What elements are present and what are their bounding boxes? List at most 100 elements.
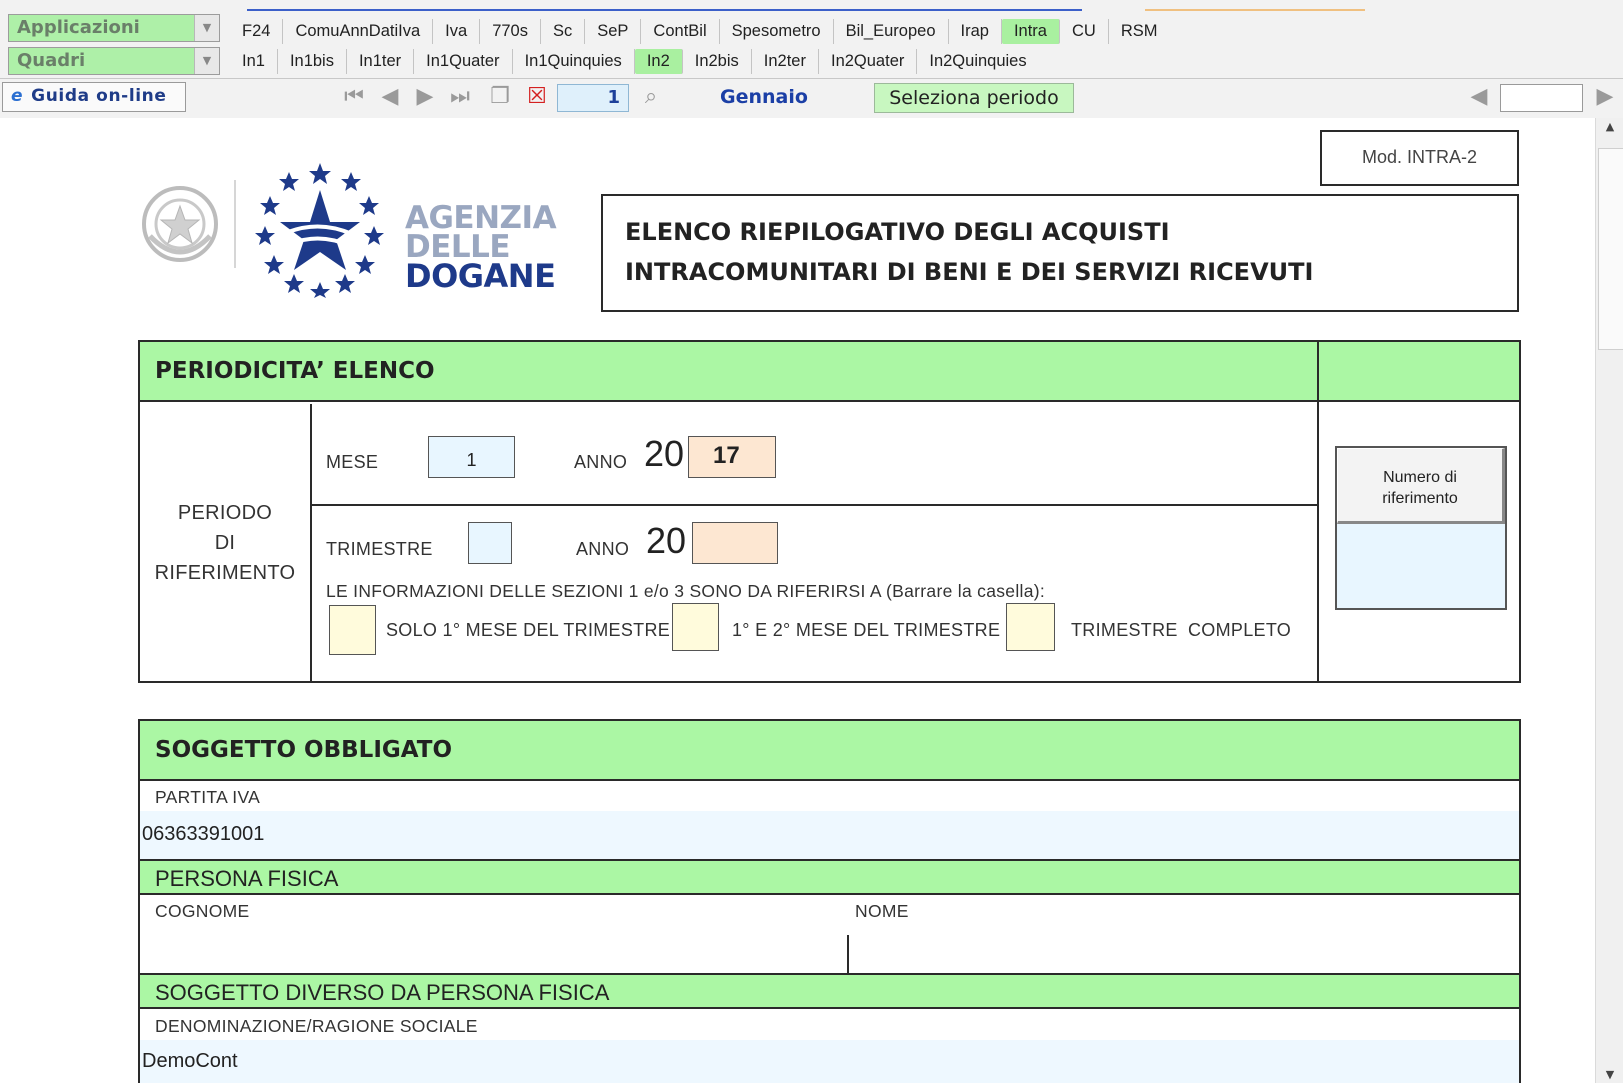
tab-cu[interactable]: CU [1060,18,1109,44]
module-tabs: F24 ComuAnnDatiIva Iva 770s Sc SeP ContB… [230,17,1169,45]
name-divider [847,935,849,973]
tab-in1[interactable]: In1 [230,48,278,74]
scroll-right-icon[interactable]: ▶ [1592,84,1618,110]
first-month-checkbox[interactable] [329,605,376,655]
period-label-divider [310,404,312,681]
full-quarter-checkbox[interactable] [1006,603,1055,651]
scroll-left-icon[interactable]: ◀ [1466,84,1492,110]
sections-info-text: LE INFORMAZIONI DELLE SEZIONI 1 e/o 3 SO… [326,581,1046,601]
tab-accent-line-2 [1145,9,1365,11]
first-second-month-checkbox[interactable] [672,603,719,651]
chevron-down-icon[interactable]: ▼ [194,15,219,41]
copy-page-icon[interactable]: ❐ [487,84,513,110]
scroll-up-icon[interactable]: ▲ [1596,120,1623,133]
republic-emblem [140,180,220,268]
delete-page-icon[interactable]: ☒ [524,84,550,110]
tab-in1quater[interactable]: In1Quater [414,48,513,74]
company-name-label: DENOMINAZIONE/RAGIONE SOCIALE [155,1016,478,1036]
month-label: MESE [326,452,379,472]
tab-intra[interactable]: Intra [1001,18,1060,44]
vat-number-label: PARTITA IVA [155,787,261,807]
tab-irap[interactable]: Irap [949,18,1002,44]
tab-sep[interactable]: SeP [585,18,642,44]
sections-select-value: Quadri [17,50,86,71]
sections-select[interactable]: Quadri ▼ [8,47,220,75]
chevron-down-icon[interactable]: ▼ [194,48,219,74]
periodicity-title: PERIODICITA’ ELENCO [155,358,435,384]
year-label: ANNO [574,452,628,472]
surname-field[interactable] [140,925,846,971]
first-month-label: SOLO 1° MESE DEL TRIMESTRE [386,620,671,640]
tab-comuanndatiiva[interactable]: ComuAnnDatiIva [283,18,434,44]
month-field[interactable]: 1 [428,436,515,478]
toolbar-divider [0,78,1623,79]
tab-iva[interactable]: Iva [433,18,481,44]
name-field[interactable] [850,925,1519,971]
full-quarter-label-1: TRIMESTRE [1071,620,1178,640]
period-label: PERIODO DI RIFERIMENTO [140,498,310,588]
tab-in1ter[interactable]: In1ter [347,48,415,74]
previous-page-icon[interactable]: ◀ [377,84,403,110]
last-page-icon[interactable]: ⏭ [447,84,473,110]
next-page-icon[interactable]: ▶ [412,84,438,110]
form-title-line1: ELENCO RIEPILOGATIVO DEGLI ACQUISTI [625,218,1170,246]
model-label: Mod. INTRA-2 [1320,130,1519,186]
period-row-divider [312,504,1317,506]
vat-number-field[interactable]: 06363391001 [140,811,1519,859]
tab-rsm[interactable]: RSM [1109,19,1170,44]
page-search-icon[interactable]: ⌕ [638,84,664,110]
reference-number-button[interactable]: Numero di riferimento [1337,448,1505,524]
form-title-line2: INTRACOMUNITARI DI BENI E DEI SERVIZI RI… [625,258,1314,286]
form-title: ELENCO RIEPILOGATIVO DEGLI ACQUISTI INTR… [601,194,1519,312]
tab-in2quater[interactable]: In2Quater [819,48,918,74]
tab-sc[interactable]: Sc [541,18,586,44]
company-name-field[interactable]: DemoCont [140,1040,1519,1083]
tab-in2[interactable]: In2 [634,48,683,74]
page-number-input[interactable]: 1 [557,84,629,112]
agency-name: AGENZIA DELLE DOGANE [405,203,557,295]
tab-bil-europeo[interactable]: Bil_Europeo [834,18,949,44]
tab-in2quinquies[interactable]: In2Quinquies [917,49,1038,74]
tab-in1quinquies[interactable]: In1Quinquies [513,48,635,74]
period-label-line3: RIFERIMENTO [154,562,296,584]
periodicity-divider-right [1317,342,1319,681]
online-help-button[interactable]: e Guida on-line [2,82,186,112]
surname-label: COGNOME [155,901,250,921]
scroll-down-icon[interactable]: ▼ [1596,1068,1623,1081]
full-quarter-label-2: COMPLETO [1188,620,1292,640]
tab-770s[interactable]: 770s [480,18,541,44]
tab-spesometro[interactable]: Spesometro [720,18,834,44]
quarter-label: TRIMESTRE [326,539,433,559]
year-field[interactable]: 17 [688,436,776,478]
year-prefix: 20 [644,433,685,474]
applications-select[interactable]: Applicazioni ▼ [8,14,220,42]
select-period-button[interactable]: Seleziona periodo [874,83,1074,113]
agency-name-line3: DOGANE [405,257,556,295]
applications-select-value: Applicazioni [17,17,140,38]
online-help-label: Guida on-line [31,86,167,106]
quarter-year-field[interactable] [692,522,778,564]
tab-contbil[interactable]: ContBil [641,18,720,44]
tab-accent-line [247,9,1082,11]
browser-icon: e [11,86,24,106]
current-month: Gennaio [720,86,808,108]
first-page-icon[interactable]: ⏮ [341,84,367,110]
period-label-line1: PERIODO [177,502,273,524]
logo-divider [234,180,236,268]
first-second-month-label: 1° E 2° MESE DEL TRIMESTRE [732,620,1001,640]
taxpayer-title: SOGGETTO OBBLIGATO [155,737,453,763]
tab-f24[interactable]: F24 [230,18,284,44]
tab-in2ter[interactable]: In2ter [752,48,819,74]
navigation-input[interactable] [1500,84,1583,112]
natural-person-header: PERSONA FISICA [140,859,1519,895]
scrollbar-thumb[interactable] [1598,148,1623,350]
quarter-year-label: ANNO [576,539,630,559]
quarter-year-prefix: 20 [646,520,687,561]
reference-number-field[interactable] [1337,527,1505,608]
vertical-scrollbar[interactable]: ▲ ▼ [1595,118,1623,1083]
section-tabs: In1 In1bis In1ter In1Quater In1Quinquies… [230,47,1039,75]
tab-in1bis[interactable]: In1bis [278,48,347,74]
quarter-field[interactable] [468,522,512,564]
legal-entity-header: SOGGETTO DIVERSO DA PERSONA FISICA [140,973,1519,1009]
tab-in2bis[interactable]: In2bis [683,48,752,74]
